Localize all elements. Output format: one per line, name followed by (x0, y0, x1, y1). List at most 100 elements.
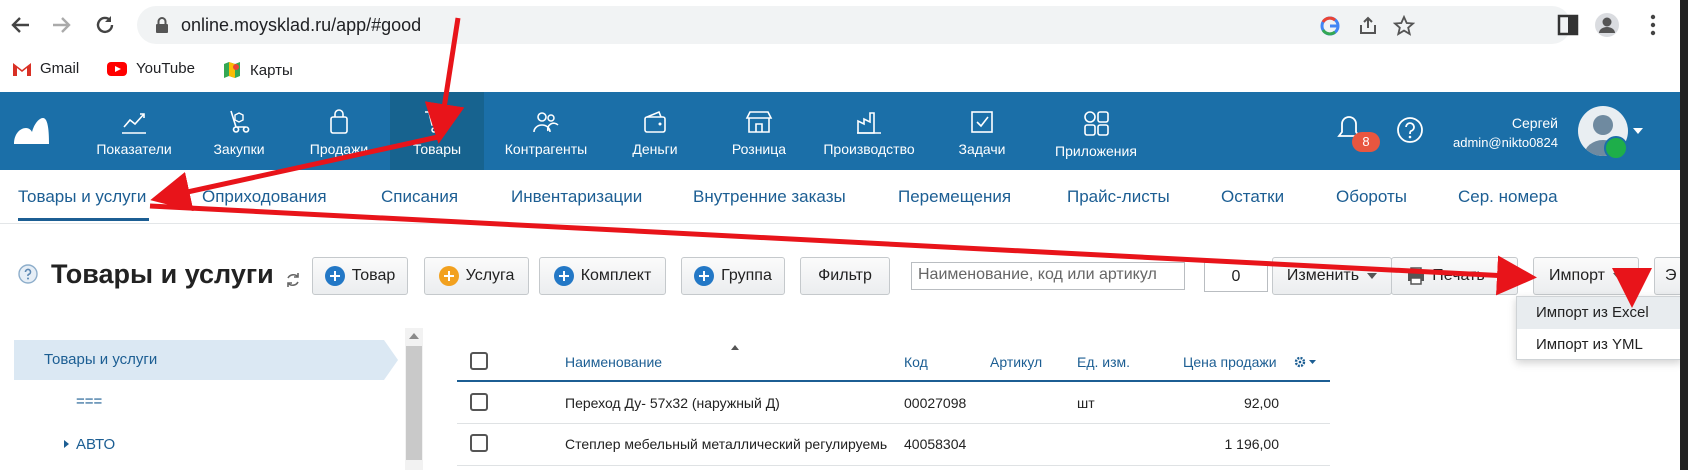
tab-prays-listy[interactable]: Прайс-листы (1067, 187, 1170, 207)
nav-proizvodstvo[interactable]: Производство (812, 92, 926, 170)
reload-button[interactable] (90, 10, 120, 40)
tree-item-root[interactable]: Товары и услуги (44, 351, 157, 368)
add-kit-button[interactable]: Комплект (539, 257, 666, 295)
tab-oboroty[interactable]: Обороты (1336, 187, 1407, 207)
factory-icon (857, 112, 881, 134)
cell-name[interactable]: Степлер мебельный металлический регулиру… (565, 436, 887, 452)
import-dropdown-menu: Импорт из Excel Импорт из YML (1516, 296, 1682, 360)
chevron-down-icon[interactable] (1633, 128, 1643, 134)
column-header-code[interactable]: Код (904, 354, 928, 370)
moysklad-logo-icon[interactable] (12, 116, 50, 146)
cell-name[interactable]: Переход Ду- 57х32 (наружный Д) (565, 395, 780, 411)
cell-code: 40058304 (904, 436, 967, 452)
maps-icon (224, 62, 240, 78)
window-edge (1680, 0, 1688, 470)
cell-price: 92,00 (1243, 395, 1279, 411)
tab-ostatki[interactable]: Остатки (1221, 187, 1284, 207)
tab-vnutrennie-zakazy[interactable]: Внутренние заказы (693, 187, 846, 207)
nav-tovary[interactable]: Товары (390, 92, 484, 170)
button-label: Группа (721, 267, 772, 284)
column-header-name[interactable]: Наименование (565, 354, 662, 370)
lock-icon (156, 17, 168, 33)
add-service-button[interactable]: Услуга (424, 257, 529, 295)
youtube-icon (107, 61, 127, 76)
column-header-article[interactable]: Артикул (990, 354, 1042, 370)
edit-button[interactable]: Изменить (1272, 257, 1392, 295)
table-header-divider (457, 380, 1330, 382)
share-icon[interactable] (1357, 15, 1379, 37)
nav-prilozheniya[interactable]: Приложения (1042, 92, 1150, 170)
star-icon[interactable] (1393, 15, 1415, 37)
wallet-icon (644, 110, 666, 133)
nav-label: Деньги (632, 141, 678, 157)
import-button[interactable]: Импорт (1533, 257, 1639, 295)
profile-icon[interactable] (1594, 12, 1620, 38)
cart-icon (425, 111, 450, 133)
user-email[interactable]: admin@nikto0824 (1453, 135, 1558, 150)
add-product-button[interactable]: Товар (312, 257, 408, 295)
print-button[interactable]: Печать (1391, 257, 1518, 295)
address-bar[interactable]: online.moysklad.ru/app/#good (137, 6, 1571, 44)
back-button[interactable] (6, 10, 36, 40)
plus-icon (553, 266, 574, 286)
search-input[interactable]: Наименование, код или артикул (911, 262, 1185, 290)
tab-oprihodovaniya[interactable]: Оприходования (202, 187, 327, 207)
arrow-right-icon (53, 17, 71, 33)
cell-price: 1 196,00 (1224, 436, 1280, 452)
row-checkbox[interactable] (470, 434, 488, 452)
refresh-icon[interactable] (284, 271, 302, 289)
tree-item[interactable]: АВТО (76, 436, 115, 453)
nav-zadachi[interactable]: Задачи (936, 92, 1028, 170)
menu-item-import-yml[interactable]: Импорт из YML (1517, 329, 1681, 361)
menu-item-import-excel[interactable]: Импорт из Excel (1517, 297, 1681, 329)
menu-dots-icon[interactable] (1640, 12, 1666, 38)
help-icon[interactable] (18, 264, 38, 284)
nav-label: Продажи (309, 141, 369, 157)
notification-badge: 8 (1352, 132, 1380, 152)
forward-button[interactable] (46, 10, 76, 40)
bookmark-gmail[interactable]: Gmail (12, 60, 79, 77)
nav-prodazhi[interactable]: Продажи (288, 92, 390, 170)
google-icon[interactable] (1319, 15, 1341, 37)
tab-inventarizatsii[interactable]: Инвентаризации (511, 187, 642, 207)
bookmark-maps[interactable]: Карты (222, 60, 293, 80)
add-group-button[interactable]: Группа (681, 257, 785, 295)
tree-item[interactable]: === (76, 393, 102, 410)
scroll-up-icon[interactable] (409, 333, 419, 339)
tab-tovary-i-uslugi[interactable]: Товары и услуги (18, 187, 146, 207)
bookmark-label: Gmail (40, 60, 80, 77)
bookmark-youtube[interactable]: YouTube (106, 60, 195, 77)
tab-ser-nomera[interactable]: Сер. номера (1458, 187, 1558, 207)
select-all-checkbox[interactable] (470, 352, 488, 370)
button-label: Услуга (465, 267, 515, 284)
row-checkbox[interactable] (470, 393, 488, 411)
nav-zakupki[interactable]: Закупки (190, 92, 288, 170)
tab-spisaniya[interactable]: Списания (381, 187, 458, 207)
nav-label: Контрагенты (504, 141, 588, 157)
scrollbar-thumb[interactable] (406, 346, 422, 460)
help-icon[interactable] (1396, 116, 1424, 144)
column-settings-gear-icon[interactable] (1294, 356, 1318, 368)
nav-dengi[interactable]: Деньги (608, 92, 702, 170)
tasks-icon (971, 111, 993, 133)
store-icon (745, 111, 773, 133)
nav-kontragenty[interactable]: Контрагенты (484, 92, 608, 170)
active-tab-indicator (18, 218, 149, 221)
button-label: Товар (351, 267, 396, 284)
sort-asc-icon (731, 345, 739, 350)
sidepanel-icon[interactable] (1556, 12, 1582, 38)
cell-code: 00027098 (904, 395, 967, 411)
chevron-right-icon[interactable] (64, 440, 69, 448)
nav-label: Производство (823, 141, 915, 157)
tab-peremescheniya[interactable]: Перемещения (898, 187, 1011, 207)
browser-toolbar: online.moysklad.ru/app/#good (0, 0, 1688, 50)
column-header-unit[interactable]: Ед. изм. (1077, 354, 1130, 370)
button-label: Э (1665, 267, 1677, 284)
column-header-price[interactable]: Цена продажи (1183, 354, 1277, 370)
printer-icon (1408, 267, 1425, 285)
filter-button[interactable]: Фильтр (800, 257, 890, 295)
user-name[interactable]: Сергей (1512, 115, 1558, 131)
screen: online.moysklad.ru/app/#good Gmail YouTu… (0, 0, 1688, 470)
nav-roznitsa[interactable]: Розница (712, 92, 806, 170)
nav-pokazateli[interactable]: Показатели (78, 92, 190, 170)
